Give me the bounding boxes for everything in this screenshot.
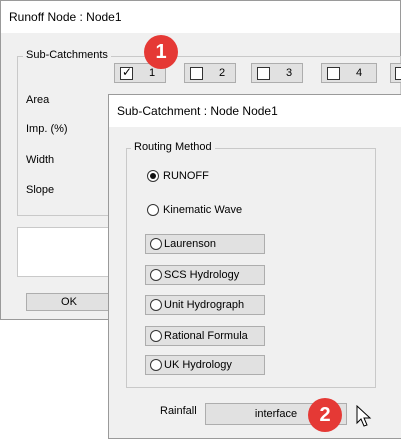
subcatchment-tab-2[interactable]: 2 xyxy=(184,63,236,83)
rational-formula-label: Rational Formula xyxy=(164,330,248,342)
kinematic-wave-radio[interactable] xyxy=(147,204,159,216)
laurenson-radio[interactable] xyxy=(150,238,162,250)
interface-button-label: interface xyxy=(254,408,298,420)
ok-button[interactable]: OK xyxy=(26,293,112,311)
annotation-badge-1: 1 xyxy=(144,35,178,69)
mouse-cursor-icon xyxy=(356,405,372,427)
area-label: Area xyxy=(26,94,50,106)
runoff-radio[interactable] xyxy=(147,170,159,182)
laurenson-label: Laurenson xyxy=(164,238,216,250)
runoff-node-title: Runoff Node : Node1 xyxy=(9,10,122,24)
subcatchment-window: Sub-Catchment : Node Node1 Routing Metho… xyxy=(108,94,401,439)
annotation-badge-2: 2 xyxy=(308,398,342,432)
uk-hydrology-label: UK Hydrology xyxy=(164,359,232,371)
imp-label: Imp. (%) xyxy=(26,123,68,135)
kinematic-wave-option[interactable]: Kinematic Wave xyxy=(147,203,277,219)
runoff-node-title-bar: Runoff Node : Node1 xyxy=(1,1,400,33)
uk-hydrology-option[interactable]: UK Hydrology xyxy=(145,355,265,375)
rational-formula-radio[interactable] xyxy=(150,330,162,342)
subcatchment-1-checkbox[interactable]: ✓ xyxy=(120,65,133,80)
scs-hydrology-label: SCS Hydrology xyxy=(164,269,240,281)
subcatchment-title-bar: Sub-Catchment : Node Node1 xyxy=(109,95,401,127)
scs-hydrology-option[interactable]: SCS Hydrology xyxy=(145,265,265,285)
laurenson-option[interactable]: Laurenson xyxy=(145,234,265,254)
subcatchment-tab-4-label: 4 xyxy=(356,67,363,79)
subcatchment-3-checkbox[interactable] xyxy=(257,67,270,80)
subcatchment-tab-3[interactable]: 3 xyxy=(251,63,303,83)
subcatchment-tab-1-label: 1 xyxy=(149,67,156,79)
subcatchment-tab-2-label: 2 xyxy=(219,67,226,79)
rational-formula-option[interactable]: Rational Formula xyxy=(145,326,265,346)
runoff-label: RUNOFF xyxy=(163,170,209,182)
subcatchment-title: Sub-Catchment : Node Node1 xyxy=(117,104,278,118)
runoff-option[interactable]: RUNOFF xyxy=(147,169,257,185)
subcatchment-5-checkbox[interactable] xyxy=(395,67,401,80)
slope-label: Slope xyxy=(26,184,55,196)
subcatchment-4-checkbox[interactable] xyxy=(327,67,340,80)
subcatchment-tab-5-partial[interactable] xyxy=(390,63,401,83)
ok-button-label: OK xyxy=(61,296,77,308)
unit-hydrograph-label: Unit Hydrograph xyxy=(164,299,245,311)
unit-hydrograph-radio[interactable] xyxy=(150,299,162,311)
checkmark-icon: ✓ xyxy=(122,65,133,79)
uk-hydrology-radio[interactable] xyxy=(150,359,162,371)
scs-hydrology-radio[interactable] xyxy=(150,269,162,281)
subcatchments-legend: Sub-Catchments xyxy=(23,49,111,61)
subcatchment-tab-3-label: 3 xyxy=(286,67,293,79)
notes-box xyxy=(17,227,117,277)
subcatchment-tab-4[interactable]: 4 xyxy=(321,63,377,83)
unit-hydrograph-option[interactable]: Unit Hydrograph xyxy=(145,295,265,315)
kinematic-wave-label: Kinematic Wave xyxy=(163,204,243,216)
rainfall-label: Rainfall xyxy=(160,405,197,417)
routing-method-legend: Routing Method xyxy=(131,141,215,153)
width-label: Width xyxy=(26,154,55,166)
subcatchment-2-checkbox[interactable] xyxy=(190,67,203,80)
